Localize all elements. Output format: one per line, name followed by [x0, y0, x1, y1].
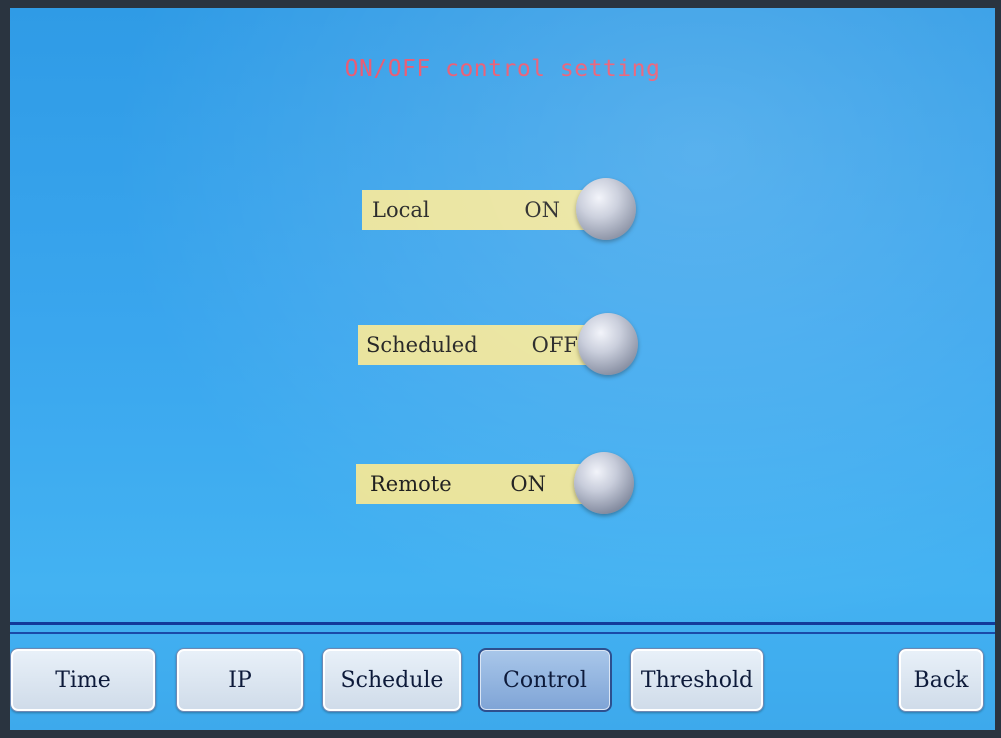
back-button-label: Back: [913, 667, 969, 693]
toggle-scheduled-state: OFF: [531, 333, 578, 357]
divider-bottom: [10, 632, 995, 634]
tab-ip-label: IP: [228, 667, 252, 693]
toggle-local-state: ON: [524, 198, 560, 222]
round-knob-icon[interactable]: [574, 452, 634, 514]
tab-ip[interactable]: IP: [176, 648, 304, 712]
toggle-remote-label: Remote: [370, 472, 452, 496]
tab-control-label: Control: [503, 667, 587, 693]
toggle-scheduled-label-box: Scheduled OFF: [358, 325, 590, 365]
tab-time[interactable]: Time: [10, 648, 156, 712]
toggle-scheduled[interactable]: Scheduled OFF: [358, 313, 642, 375]
tab-schedule[interactable]: Schedule: [322, 648, 462, 712]
tab-threshold[interactable]: Threshold: [630, 648, 764, 712]
back-button[interactable]: Back: [898, 648, 984, 712]
page-title: ON/OFF control setting: [344, 56, 661, 82]
tab-threshold-label: Threshold: [640, 667, 754, 693]
tab-time-label: Time: [55, 667, 111, 693]
toggle-local-label: Local: [372, 198, 430, 222]
toggle-scheduled-label: Scheduled: [366, 333, 478, 357]
round-knob-icon[interactable]: [576, 178, 636, 240]
tab-schedule-label: Schedule: [340, 667, 444, 693]
toggle-remote[interactable]: Remote ON: [356, 452, 640, 514]
toggle-local-label-box: Local ON: [362, 190, 590, 230]
round-knob-icon[interactable]: [578, 313, 638, 375]
divider-top: [10, 622, 995, 625]
toggle-remote-label-box: Remote ON: [356, 464, 586, 504]
toggle-local[interactable]: Local ON: [362, 178, 642, 240]
tab-control[interactable]: Control: [478, 648, 612, 712]
toggle-remote-state: ON: [510, 472, 546, 496]
hmi-screen: ON/OFF control setting Local ON Schedule…: [10, 8, 995, 730]
